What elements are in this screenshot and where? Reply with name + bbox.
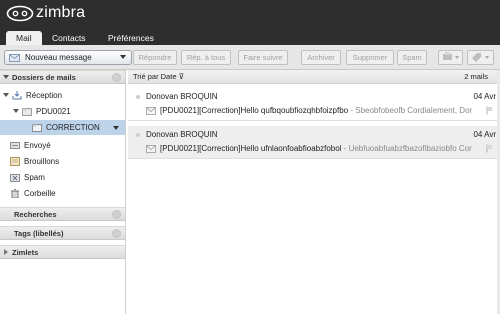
list-header[interactable]: Trié par Date ⊽ 2 mails (128, 70, 500, 84)
gear-icon[interactable] (112, 73, 121, 82)
folder-spam[interactable]: Spam (0, 170, 125, 185)
message-sender: Donovan BROQUIN (146, 130, 218, 139)
message-subject: [PDU0021][Correction]Hello ufnlaonfoabfi… (160, 144, 342, 153)
compose-icon (9, 53, 20, 62)
message-list: Trié par Date ⊽ 2 mails Donovan BROQUIN … (128, 70, 500, 314)
print-button[interactable] (438, 50, 463, 65)
delete-button[interactable]: Supprimer (346, 50, 394, 65)
sort-arrow-icon: ⊽ (178, 72, 185, 81)
tags-header[interactable]: Tags (libellés) (0, 226, 125, 240)
forward-button[interactable]: Faire suivre (238, 50, 288, 65)
drafts-icon (10, 157, 20, 166)
reply-all-button[interactable]: Rép. à tous (181, 50, 231, 65)
spam-button[interactable]: Spam (397, 50, 427, 65)
zimbra-logo[interactable]: zimbra (6, 4, 85, 22)
expand-arrow-icon[interactable] (13, 109, 19, 113)
expand-arrow-icon[interactable] (4, 249, 8, 255)
message-subject: [PDU0021][Correction]Hello qufbqoubfiozq… (160, 106, 349, 115)
expand-arrow-icon[interactable] (3, 93, 9, 97)
message-row[interactable]: Donovan BROQUIN 04 Avr [PDU0021][Correct… (128, 126, 500, 159)
envelope-icon (146, 145, 156, 153)
tab-mail[interactable]: Mail (6, 31, 42, 45)
logo-text: zimbra (36, 4, 86, 21)
message-count: 2 mails (464, 72, 488, 81)
unread-dot-icon (136, 95, 140, 99)
reply-button[interactable]: Répondre (133, 50, 177, 65)
sent-icon (10, 142, 20, 149)
flag-icon[interactable] (486, 106, 494, 115)
inbox-icon (12, 91, 22, 100)
folder-pdu0021[interactable]: PDU0021 (0, 104, 125, 119)
archive-button[interactable]: Archiver (301, 50, 341, 65)
message-sender: Donovan BROQUIN (146, 92, 218, 101)
tag-icon (471, 53, 489, 62)
collapse-arrow-icon[interactable] (3, 75, 9, 79)
folder-sidebar: Dossiers de mails Réception PDU0021 CORR… (0, 70, 126, 314)
message-preview: [PDU0021][Correction]Hello ufnlaonfoabfi… (160, 144, 472, 153)
message-preview: [PDU0021][Correction]Hello qufbqoubfiozq… (160, 106, 472, 115)
sort-label[interactable]: Trié par Date ⊽ (133, 70, 184, 84)
zimlets-header[interactable]: Zimlets (0, 245, 125, 259)
searches-header[interactable]: Recherches (0, 207, 125, 221)
chevron-down-icon[interactable] (120, 55, 126, 59)
new-message-label: Nouveau message (25, 53, 92, 62)
zimbra-logo-icon (6, 5, 34, 21)
mail-folders-header[interactable]: Dossiers de mails (0, 70, 125, 84)
envelope-icon (146, 107, 156, 115)
message-date: 04 Avr (473, 92, 496, 101)
spam-icon (10, 174, 20, 182)
trash-icon (11, 189, 19, 198)
folder-icon (22, 108, 32, 116)
folder-correction[interactable]: CORRECTION (0, 120, 125, 135)
folder-trash[interactable]: Corbeille (0, 186, 125, 201)
message-fragment: - Sbeobfobeofb Cordialement, Donc (348, 106, 472, 115)
mail-toolbar: Nouveau message Répondre Rép. à tous Fai… (0, 45, 500, 70)
tab-contacts[interactable]: Contacts (42, 31, 96, 45)
flag-icon[interactable] (486, 144, 494, 153)
app-header: zimbra (0, 0, 500, 29)
folder-menu-arrow-icon[interactable] (113, 126, 119, 130)
folder-drafts[interactable]: Brouillons (0, 154, 125, 169)
print-icon (442, 52, 459, 60)
app-tabs: Mail Contacts Préférences (0, 29, 500, 45)
folder-icon (32, 124, 42, 132)
unread-dot-icon (136, 133, 140, 137)
message-date: 04 Avr (473, 130, 496, 139)
gear-icon[interactable] (112, 229, 121, 238)
tab-preferences[interactable]: Préférences (98, 31, 164, 45)
folder-sent[interactable]: Envoyé (0, 138, 125, 153)
new-message-button[interactable]: Nouveau message (4, 50, 132, 65)
gear-icon[interactable] (112, 210, 121, 219)
tag-button[interactable] (467, 50, 494, 65)
folder-inbox[interactable]: Réception (0, 88, 125, 103)
message-row[interactable]: Donovan BROQUIN 04 Avr [PDU0021][Correct… (128, 88, 500, 121)
message-fragment: - Uebfuoabfuabzfbazofibaziobfo Cord (341, 144, 472, 153)
